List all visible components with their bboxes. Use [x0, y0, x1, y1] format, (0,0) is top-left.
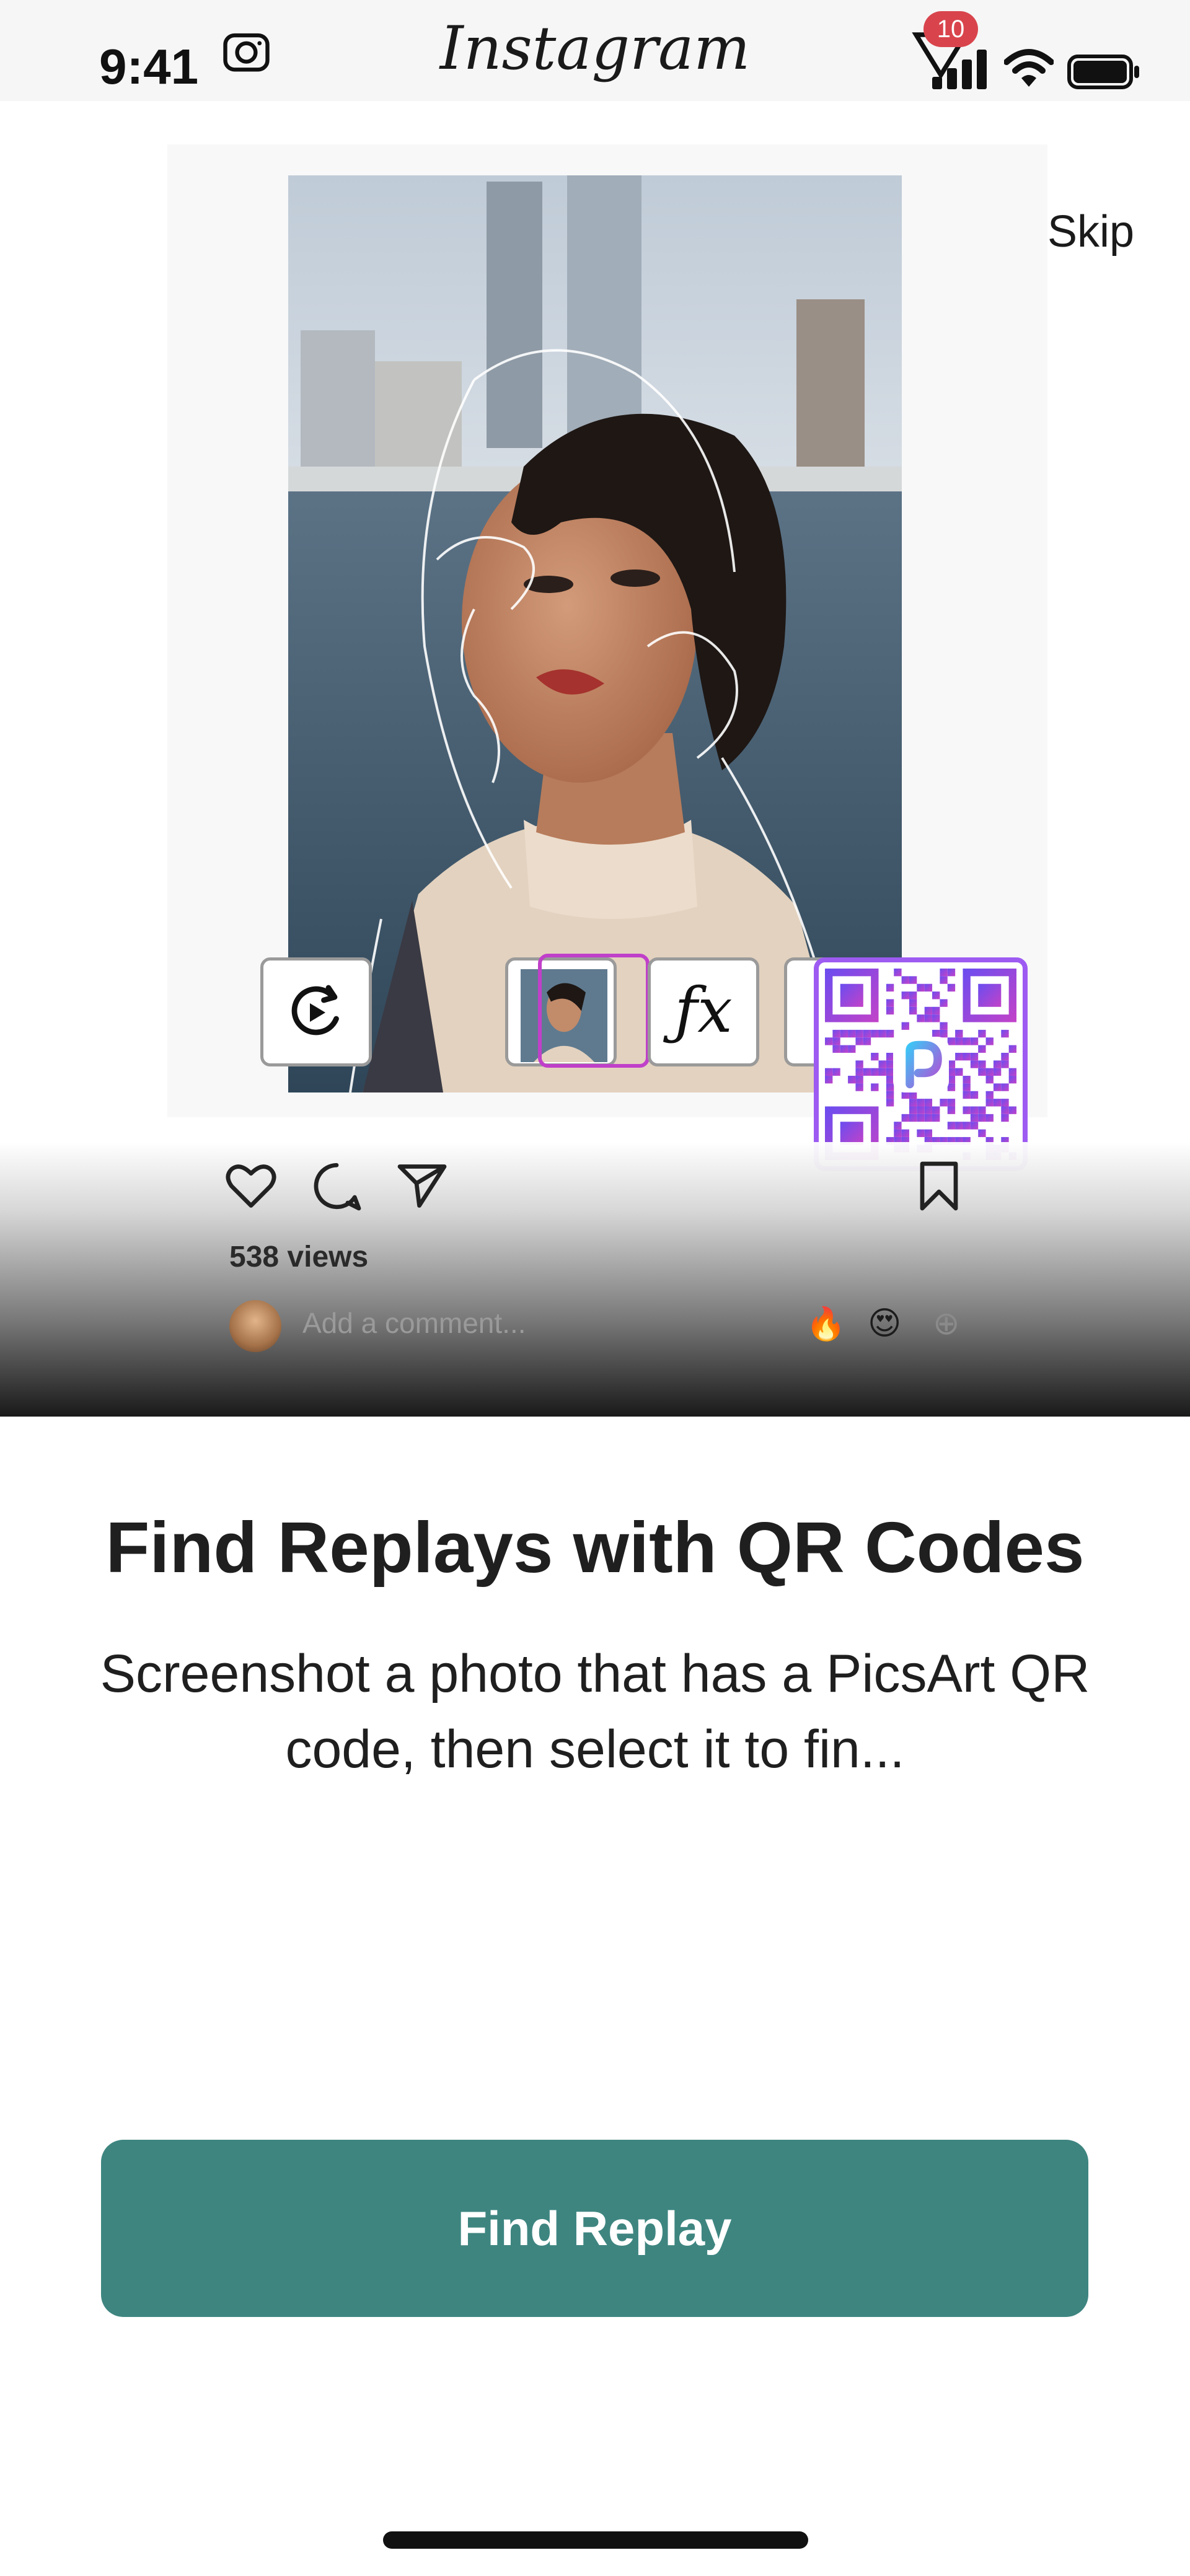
notification-badge: 10	[923, 11, 978, 47]
heart-icon[interactable]	[223, 1158, 279, 1214]
bookmark-icon[interactable]	[911, 1158, 967, 1214]
picsart-logo	[893, 1037, 949, 1092]
share-icon[interactable]	[394, 1158, 450, 1214]
comment-input[interactable]: Add a comment...	[302, 1306, 526, 1340]
comment-icon[interactable]	[309, 1158, 364, 1214]
post-preview-fade	[0, 1142, 1190, 1417]
views-count: 538 views	[229, 1241, 369, 1273]
add-emoji-icon[interactable]: ⊕	[933, 1305, 960, 1342]
description-text: Screenshot a photo that has a PicsArt QR…	[100, 1644, 1090, 1779]
status-bar: 9:41 Instagram 10	[0, 0, 1190, 101]
wifi-icon	[1004, 49, 1054, 87]
fire-emoji[interactable]: 🔥	[806, 1305, 846, 1343]
avatar	[229, 1300, 281, 1352]
fx-tool[interactable]: ƒx	[648, 957, 759, 1066]
home-indicator	[383, 2531, 808, 2549]
rotate-icon	[291, 985, 339, 1035]
battery-icon	[1067, 55, 1139, 89]
onboarding-hero: Skip ƒx 538 views Add a comment... 🔥 😍 ⊕	[0, 101, 1190, 1417]
find-replay-button[interactable]: Find Replay	[101, 2140, 1088, 2317]
selected-thumbnail-frame	[538, 954, 650, 1068]
comment-row: Add a comment... 🔥 😍 ⊕	[229, 1300, 973, 1352]
skip-button[interactable]: Skip	[1047, 206, 1134, 257]
page-title: Find Replays with QR Codes	[105, 1507, 1085, 1588]
signal-icon	[932, 50, 987, 89]
qr-code	[814, 957, 1028, 1171]
rotate-tool[interactable]	[260, 957, 372, 1066]
fx-icon: ƒx	[674, 974, 733, 1047]
heart-eyes-emoji[interactable]: 😍	[868, 1305, 901, 1342]
